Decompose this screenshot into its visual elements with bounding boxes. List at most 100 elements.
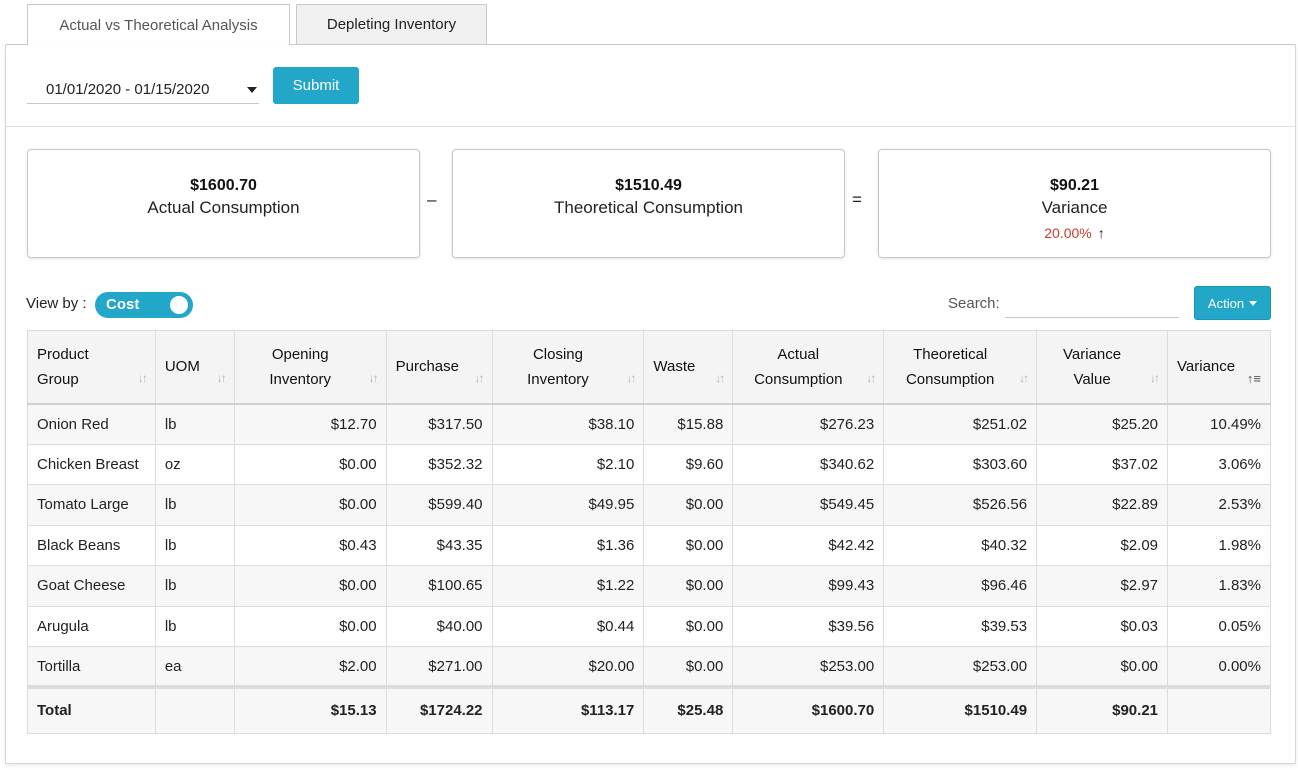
- variance-amount: $90.21: [1050, 177, 1099, 194]
- table-row: Chicken Breast oz $0.00 $352.32 $2.10 $9…: [27, 443, 1271, 485]
- table-total-row: Total $15.13 $1724.22 $113.17 $25.48 $16…: [27, 685, 1271, 734]
- cell-waste: $15.88: [643, 402, 734, 445]
- cell-variance: 1.83%: [1167, 565, 1271, 607]
- theoretical-consumption-card: $1510.49 Theoretical Consumption: [452, 149, 845, 258]
- divider: [6, 126, 1295, 127]
- cell-variance-value: $2.97: [1036, 565, 1169, 607]
- sort-icon: ↓↑: [368, 370, 379, 385]
- cell-actual: $276.23: [732, 402, 885, 445]
- cell-closing: $0.44: [491, 605, 645, 647]
- cell-variance-value: $22.89: [1036, 484, 1169, 526]
- cell-uom: lb: [154, 565, 235, 607]
- table-row: Tortilla ea $2.00 $271.00 $20.00 $0.00 $…: [27, 646, 1271, 688]
- cell-product: Black Beans: [27, 524, 156, 566]
- sort-icon: ↓↑: [137, 370, 148, 385]
- tab-actual-vs-theoretical[interactable]: Actual vs Theoretical Analysis: [27, 4, 290, 46]
- tab-depleting-inventory[interactable]: Depleting Inventory: [296, 4, 487, 45]
- sort-icon: ↓↑: [1019, 370, 1029, 385]
- table-row: Black Beans lb $0.43 $43.35 $1.36 $0.00 …: [27, 524, 1271, 566]
- cell-waste: $9.60: [643, 443, 734, 485]
- actual-consumption-amount: $1600.70: [190, 177, 257, 194]
- cell-variance-value: $37.02: [1036, 443, 1169, 485]
- cell-theoretical: $253.00: [883, 646, 1038, 688]
- cell-actual: $549.45: [732, 484, 885, 526]
- sort-icon: ↓↑: [715, 370, 725, 385]
- equals-operator: =: [852, 190, 862, 209]
- cell-uom: lb: [154, 402, 235, 445]
- cell-purchase: $599.40: [385, 484, 493, 526]
- header-uom[interactable]: UOM ↓↑: [154, 330, 235, 404]
- table-row: Arugula lb $0.00 $40.00 $0.44 $0.00 $39.…: [27, 605, 1271, 647]
- total-actual: $1600.70: [732, 685, 885, 734]
- cell-variance: 0.05%: [1167, 605, 1271, 647]
- cell-closing: $38.10: [491, 402, 645, 445]
- sort-icon: ↓↑: [216, 370, 227, 385]
- theoretical-consumption-amount: $1510.49: [615, 177, 682, 194]
- cell-purchase: $100.65: [385, 565, 493, 607]
- chevron-down-icon: [247, 86, 257, 93]
- header-waste[interactable]: Waste ↓↑: [643, 330, 734, 404]
- sort-icon: ↓↑: [1150, 370, 1160, 385]
- arrow-up-icon: ↑: [1097, 225, 1105, 241]
- cell-variance: 10.49%: [1167, 402, 1271, 445]
- table-row: Goat Cheese lb $0.00 $100.65 $1.22 $0.00…: [27, 565, 1271, 607]
- sort-icon: ↓↑: [474, 370, 485, 385]
- total-closing: $113.17: [491, 685, 645, 734]
- cell-waste: $0.00: [643, 605, 734, 647]
- cell-actual: $39.56: [732, 605, 885, 647]
- action-button[interactable]: Action: [1194, 286, 1271, 320]
- cell-purchase: $43.35: [385, 524, 493, 566]
- cell-purchase: $271.00: [385, 646, 493, 688]
- cell-product: Tortilla: [27, 646, 156, 688]
- cell-actual: $253.00: [732, 646, 885, 688]
- cell-theoretical: $40.32: [883, 524, 1038, 566]
- action-label: Action: [1207, 295, 1245, 311]
- cell-product: Arugula: [27, 605, 156, 647]
- cell-opening: $0.00: [233, 565, 387, 607]
- cell-theoretical: $251.02: [883, 402, 1038, 445]
- cell-opening: $2.00: [233, 646, 387, 688]
- cell-variance: 0.00%: [1167, 646, 1271, 688]
- header-theoretical-consumption[interactable]: Theoretical Consumption ↓↑: [883, 330, 1038, 404]
- total-purchase: $1724.22: [385, 685, 493, 734]
- cell-theoretical: $39.53: [883, 605, 1038, 647]
- cell-variance-value: $0.00: [1036, 646, 1169, 688]
- cell-variance: 2.53%: [1167, 484, 1271, 526]
- cell-purchase: $40.00: [385, 605, 493, 647]
- total-variance-value: $90.21: [1036, 685, 1169, 734]
- date-range-value: 01/01/2020 - 01/15/2020: [46, 81, 210, 98]
- cell-variance-value: $2.09: [1036, 524, 1169, 566]
- variance-percent-row: 20.00% ↑: [879, 225, 1270, 241]
- cell-uom: lb: [154, 605, 235, 647]
- cell-theoretical: $96.46: [883, 565, 1038, 607]
- variance-percent: 20.00%: [1044, 225, 1092, 241]
- search-input[interactable]: [1005, 290, 1179, 318]
- cell-variance: 1.98%: [1167, 524, 1271, 566]
- caret-down-icon: [1249, 300, 1258, 306]
- header-opening-inventory[interactable]: Opening Inventory ↓↑: [233, 330, 387, 404]
- cell-theoretical: $303.60: [883, 443, 1038, 485]
- header-variance[interactable]: Variance ↑≡: [1167, 330, 1271, 404]
- cell-actual: $42.42: [732, 524, 885, 566]
- date-range-select[interactable]: 01/01/2020 - 01/15/2020: [27, 76, 259, 104]
- total-opening: $15.13: [233, 685, 387, 734]
- cell-waste: $0.00: [643, 646, 734, 688]
- tab-bar: Actual vs Theoretical Analysis Depleting…: [5, 0, 1296, 46]
- actual-consumption-label: Actual Consumption: [147, 198, 300, 217]
- header-purchase[interactable]: Purchase ↓↑: [385, 330, 493, 404]
- cell-uom: lb: [154, 484, 235, 526]
- submit-button[interactable]: Submit: [273, 67, 359, 104]
- header-variance-value[interactable]: Variance Value ↓↑: [1036, 330, 1169, 404]
- view-by-toggle[interactable]: Cost: [95, 292, 193, 318]
- cell-product: Chicken Breast: [27, 443, 156, 485]
- cell-closing: $20.00: [491, 646, 645, 688]
- cell-waste: $0.00: [643, 524, 734, 566]
- cell-actual: $340.62: [732, 443, 885, 485]
- variance-card: $90.21 Variance 20.00% ↑: [878, 149, 1271, 258]
- header-product-group[interactable]: Product Group ↓↑: [27, 330, 156, 404]
- cell-opening: $0.43: [233, 524, 387, 566]
- cell-variance: 3.06%: [1167, 443, 1271, 485]
- header-closing-inventory[interactable]: Closing Inventory ↓↑: [491, 330, 645, 404]
- header-actual-consumption[interactable]: Actual Consumption ↓↑: [732, 330, 885, 404]
- sort-icon: ↓↑: [626, 370, 636, 385]
